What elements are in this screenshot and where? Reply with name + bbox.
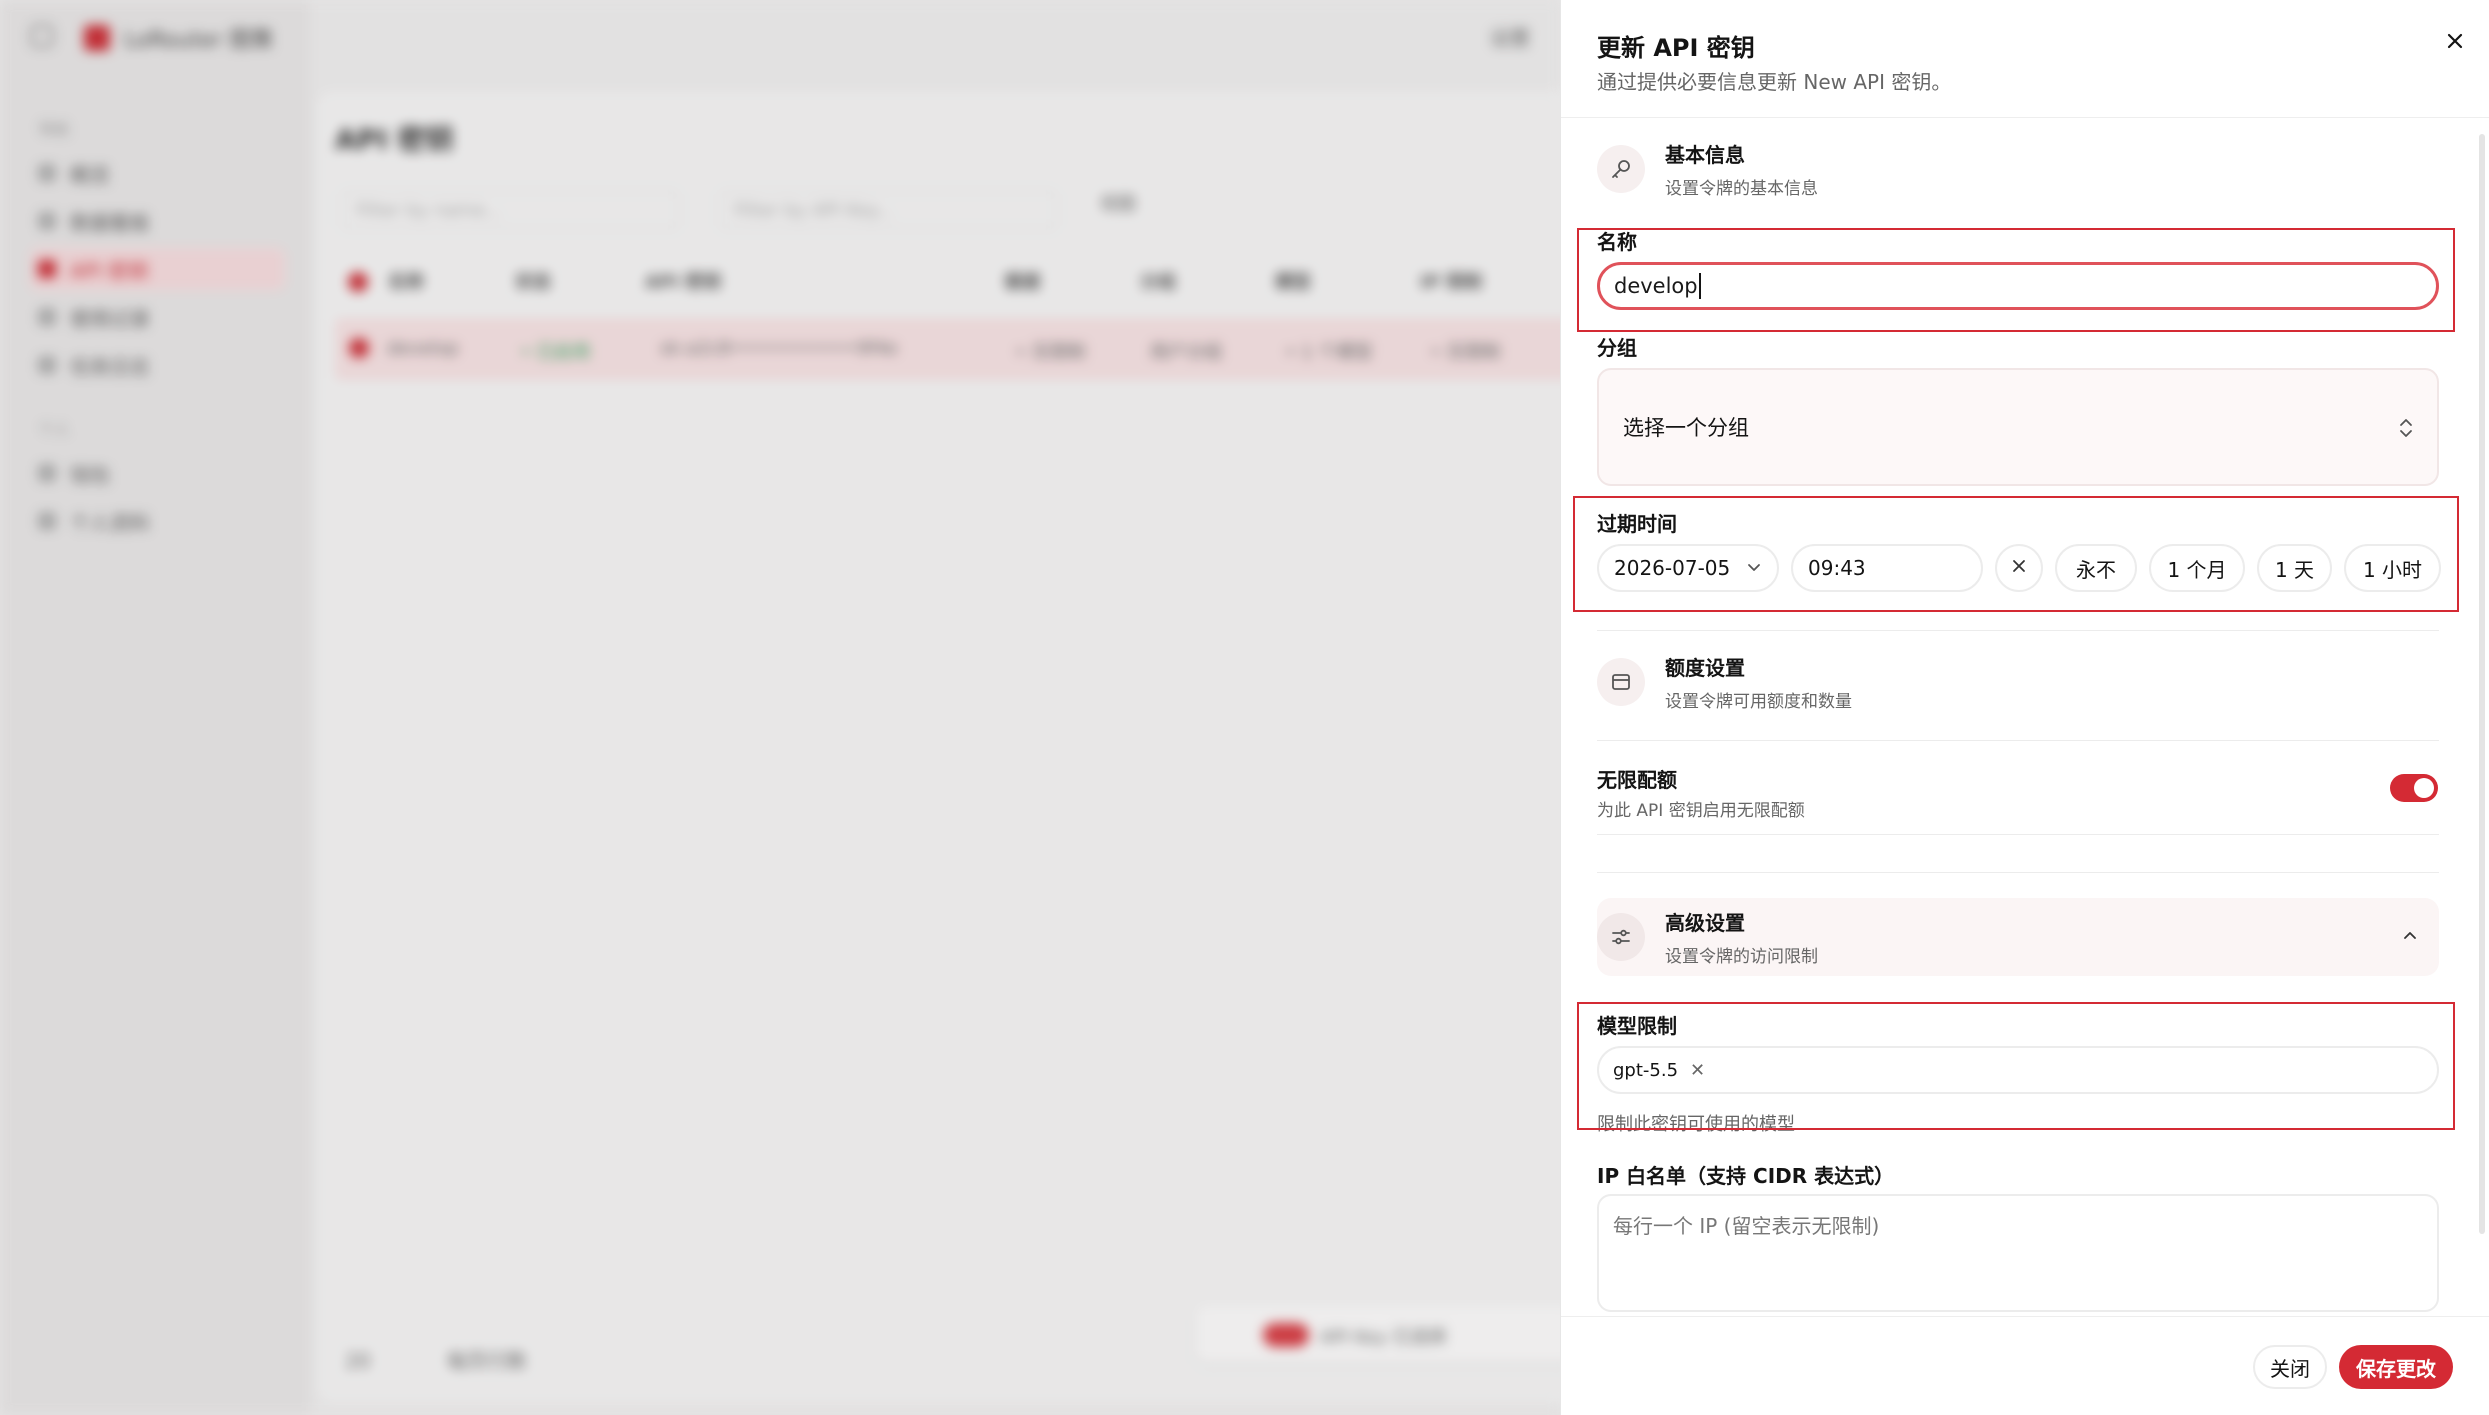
group-select[interactable]: 选择一个分组	[1597, 368, 2439, 486]
drawer-subtitle: 通过提供必要信息更新 New API 密钥。	[1597, 70, 1952, 94]
close-icon[interactable]	[2438, 24, 2472, 58]
section-subtitle: 设置令牌的基本信息	[1665, 179, 1818, 199]
chevron-down-icon	[1746, 556, 1762, 580]
wallet-icon	[1597, 658, 1645, 706]
remove-chip-icon[interactable]: ✕	[1690, 1060, 1705, 1081]
save-button[interactable]: 保存更改	[2339, 1345, 2453, 1389]
divider	[1597, 834, 2439, 835]
drawer-overlay[interactable]	[0, 0, 1560, 1415]
expiry-controls: 2026-07-05 09:43 永不 1 个月 1 天 1 小时	[1597, 544, 2441, 592]
expiry-label: 过期时间	[1597, 512, 1677, 536]
model-limit-label: 模型限制	[1597, 1014, 1677, 1038]
section-title: 基本信息	[1665, 143, 1745, 167]
unlimited-quota-description: 为此 API 密钥启用无限配额	[1597, 801, 1805, 821]
chevron-up-icon[interactable]	[2401, 926, 2419, 948]
section-title: 额度设置	[1665, 656, 1745, 680]
ip-whitelist-label: IP 白名单（支持 CIDR 表达式）	[1597, 1164, 1895, 1188]
quota-section: 额度设置 设置令牌可用额度和数量	[1597, 643, 2439, 721]
expiry-1-month-button[interactable]: 1 个月	[2149, 544, 2245, 592]
expiry-date-picker[interactable]: 2026-07-05	[1597, 544, 1779, 592]
drawer-title: 更新 API 密钥	[1597, 34, 1755, 62]
x-icon	[2010, 556, 2028, 580]
sliders-icon	[1597, 913, 1645, 961]
ip-whitelist-textarea[interactable]: 每行一个 IP (留空表示无限制)	[1597, 1194, 2439, 1312]
scrollbar[interactable]	[2479, 134, 2485, 1234]
expiry-1-day-button[interactable]: 1 天	[2257, 544, 2332, 592]
group-label: 分组	[1597, 336, 1637, 360]
drawer-header: 更新 API 密钥 通过提供必要信息更新 New API 密钥。	[1561, 0, 2489, 118]
section-title: 高级设置	[1665, 911, 1745, 935]
edit-api-key-drawer: 更新 API 密钥 通过提供必要信息更新 New API 密钥。 基本信息 设置…	[1560, 0, 2489, 1415]
basic-info-section: 基本信息 设置令牌的基本信息	[1597, 130, 2439, 208]
unlimited-quota-label: 无限配额	[1597, 768, 1677, 792]
text-cursor	[1698, 273, 1701, 299]
advanced-section-header[interactable]: 高级设置 设置令牌的访问限制	[1597, 898, 2439, 976]
close-button[interactable]: 关闭	[2253, 1345, 2327, 1389]
section-subtitle: 设置令牌的访问限制	[1665, 947, 1818, 967]
chevron-up-down-icon	[2397, 416, 2415, 445]
group-placeholder: 选择一个分组	[1623, 416, 1749, 440]
model-chip: gpt-5.5 ✕	[1613, 1060, 1705, 1081]
name-label: 名称	[1597, 230, 1637, 254]
key-icon	[1597, 145, 1645, 193]
clear-expiry-button[interactable]	[1995, 544, 2043, 592]
section-subtitle: 设置令牌可用额度和数量	[1665, 692, 1852, 712]
expiry-never-button[interactable]: 永不	[2055, 544, 2137, 592]
toggle-knob	[2414, 778, 2434, 798]
expiry-time-value: 09:43	[1808, 556, 1866, 580]
divider	[1597, 740, 2439, 741]
model-chip-label: gpt-5.5	[1613, 1059, 1679, 1081]
expiry-1-hour-button[interactable]: 1 小时	[2344, 544, 2441, 592]
model-limit-help: 限制此密钥可使用的模型	[1597, 1114, 1795, 1135]
expiry-date-value: 2026-07-05	[1614, 556, 1731, 580]
divider	[1597, 872, 2439, 873]
expiry-time-input[interactable]: 09:43	[1791, 544, 1983, 592]
divider	[1597, 630, 2439, 631]
unlimited-quota-toggle[interactable]	[2390, 774, 2438, 802]
name-input[interactable]: develop	[1597, 262, 2439, 310]
name-value: develop	[1614, 274, 1698, 298]
model-limit-input[interactable]: gpt-5.5 ✕	[1597, 1046, 2439, 1094]
